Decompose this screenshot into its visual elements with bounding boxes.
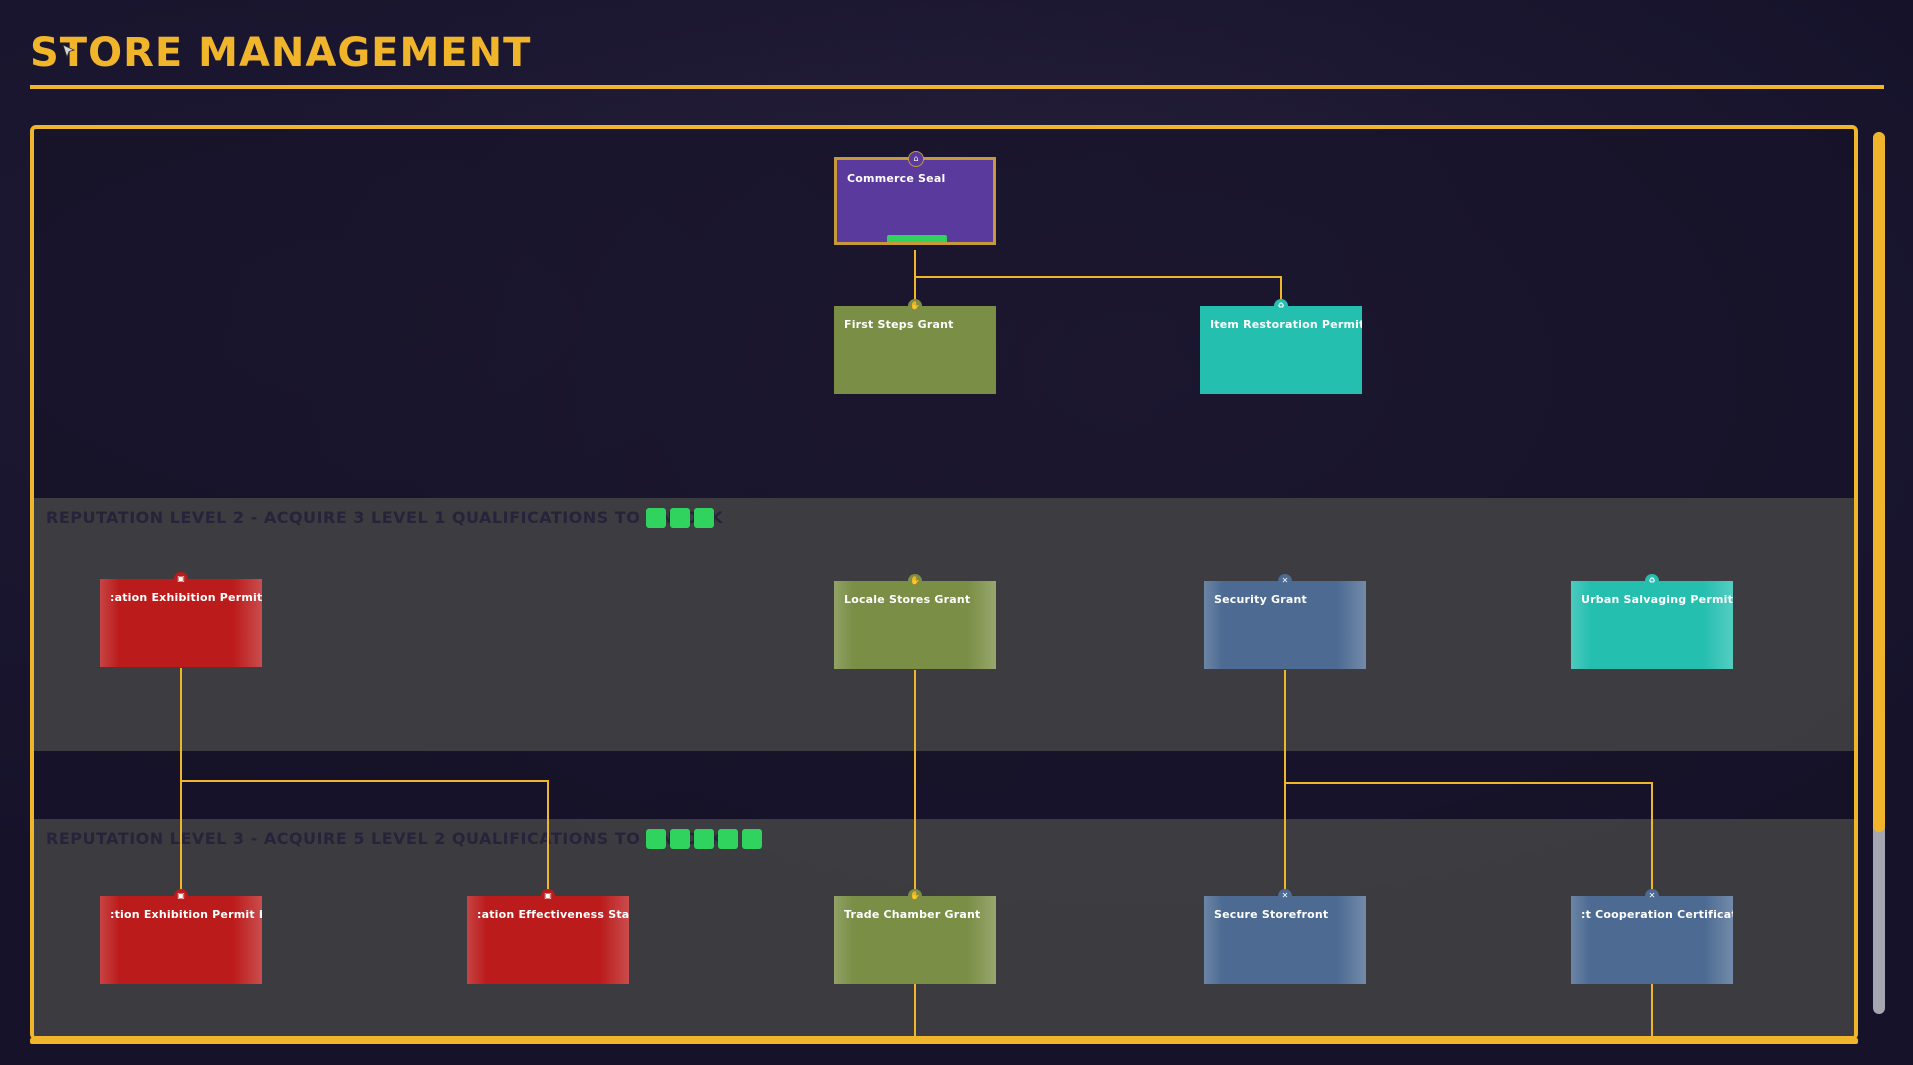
gift-icon: ▣ [174, 572, 188, 586]
connector-line [914, 250, 1282, 303]
node-item-restoration-permit[interactable]: Item Restoration Permit [1200, 306, 1362, 394]
node-description [477, 924, 621, 942]
scrollbar-thumb[interactable] [1873, 132, 1885, 832]
node-description [844, 609, 988, 627]
node-title: :ation Effectiveness Stam [477, 908, 629, 921]
node-description [110, 607, 254, 625]
node-description [1214, 609, 1358, 627]
node-effectiveness-stamp[interactable]: :ation Effectiveness Stam [467, 896, 629, 984]
node-title: Item Restoration Permit [1210, 318, 1362, 331]
handshake-icon: ✋ [908, 889, 922, 903]
node-description [1581, 924, 1725, 942]
gift-icon: ▣ [541, 889, 555, 903]
node-security-grant[interactable]: Security Grant [1204, 581, 1366, 669]
node-exhibition-permit-2[interactable]: :tion Exhibition Permit II [100, 896, 262, 984]
vertical-scrollbar[interactable] [1873, 132, 1885, 1014]
gift-icon: ▣ [174, 889, 188, 903]
node-locale-stores-grant[interactable]: Locale Stores Grant [834, 581, 996, 669]
mouse-cursor-icon [62, 44, 76, 58]
page-title: STORE MANAGEMENT [30, 30, 532, 76]
node-title: :tion Exhibition Permit II [110, 908, 262, 921]
node-description [847, 188, 985, 206]
tools-icon: ✕ [1645, 889, 1659, 903]
node-commerce-seal[interactable]: Commerce Seal [834, 157, 996, 245]
node-title: Urban Salvaging Permit [1581, 593, 1733, 606]
node-title: First Steps Grant [844, 318, 954, 331]
node-title: Security Grant [1214, 593, 1307, 606]
node-trade-chamber-grant[interactable]: Trade Chamber Grant [834, 896, 996, 984]
tools-icon: ✕ [1278, 574, 1292, 588]
frame-bottom-bar [30, 1038, 1858, 1044]
tools-icon: ✕ [1278, 889, 1292, 903]
bank-icon: ⌂ [908, 151, 924, 167]
node-title: :t Cooperation Certificate [1581, 908, 1733, 921]
node-exhibition-permit[interactable]: :ation Exhibition Permit [100, 579, 262, 667]
node-description [1214, 924, 1358, 942]
node-title: Locale Stores Grant [844, 593, 971, 606]
node-title: Secure Storefront [1214, 908, 1329, 921]
node-description [844, 334, 988, 352]
qualification-tree[interactable]: REPUTATION LEVEL 2 - ACQUIRE 3 LEVEL 1 Q… [34, 129, 1854, 1036]
node-title: :ation Exhibition Permit [110, 591, 262, 604]
handshake-icon: ✋ [908, 574, 922, 588]
title-underline [30, 85, 1884, 89]
node-description [1210, 334, 1354, 352]
node-title: Commerce Seal [847, 172, 946, 185]
connector-line [181, 780, 549, 895]
node-title: Trade Chamber Grant [844, 908, 981, 921]
recycle-icon: ♻ [1274, 299, 1288, 313]
handshake-icon: ✋ [908, 299, 922, 313]
node-description [110, 924, 254, 942]
owned-indicator [887, 235, 947, 242]
node-secure-storefront[interactable]: Secure Storefront [1204, 896, 1366, 984]
node-cooperation-certificate[interactable]: :t Cooperation Certificate [1571, 896, 1733, 984]
node-description [844, 924, 988, 942]
recycle-icon: ♻ [1645, 574, 1659, 588]
node-urban-salvaging-permit[interactable]: Urban Salvaging Permit [1571, 581, 1733, 669]
node-first-steps-grant[interactable]: First Steps Grant [834, 306, 996, 394]
node-description [1581, 609, 1725, 627]
